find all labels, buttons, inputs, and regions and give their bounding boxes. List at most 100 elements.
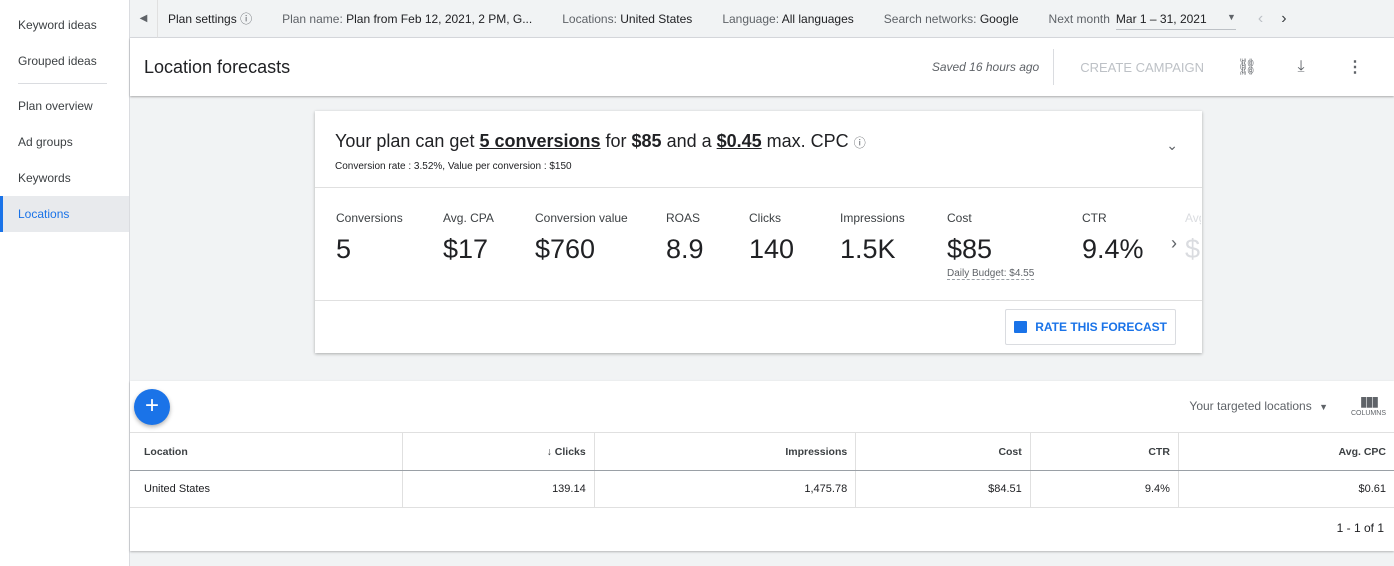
location-filter-dropdown[interactable]: Your targeted locations ▼ xyxy=(1189,399,1328,413)
conversion-details: Conversion rate : 3.52%, Value per conve… xyxy=(335,161,572,172)
metric-cost[interactable]: Cost $85 Daily Budget: $4.55 xyxy=(947,211,1035,280)
column-header-ctr[interactable]: CTR xyxy=(1029,432,1179,471)
metric-avg-cpa[interactable]: Avg. CPA $17 xyxy=(443,211,494,265)
dropdown-arrow-icon: ▼ xyxy=(1319,402,1328,412)
column-header-clicks[interactable]: ↓ Clicks xyxy=(402,432,595,471)
networks-setting[interactable]: Search networks: Google xyxy=(884,12,1019,26)
networks-value: Google xyxy=(979,11,1019,26)
metric-conversions[interactable]: Conversions 5 xyxy=(336,211,403,265)
plan-settings[interactable]: Plan settings ⓘ xyxy=(168,10,252,27)
language-value: All languages xyxy=(781,11,854,26)
add-location-button[interactable]: + xyxy=(134,389,170,425)
next-range-icon[interactable]: › xyxy=(1281,10,1286,28)
metric-label: CTR xyxy=(1082,211,1107,225)
date-range-value: Mar 1 – 31, 2021 xyxy=(1115,11,1207,26)
sort-down-icon: ↓ xyxy=(546,445,555,458)
metric-value: $ xyxy=(1185,234,1201,264)
column-header-cost[interactable]: Cost xyxy=(855,432,1031,471)
metric-avg-cpc-partial: Avg $ xyxy=(1185,211,1201,265)
sidebar: Keyword ideas Grouped ideas Plan overvie… xyxy=(0,0,130,566)
locations-value: United States xyxy=(620,11,693,26)
info-icon[interactable]: ⓘ xyxy=(240,12,252,26)
sidebar-item-grouped-ideas[interactable]: Grouped ideas xyxy=(0,43,129,79)
metric-value: 1.5K xyxy=(840,234,896,264)
sidebar-item-keywords[interactable]: Keywords xyxy=(0,160,129,196)
feedback-icon xyxy=(1014,321,1028,333)
metric-clicks[interactable]: Clicks 140 xyxy=(749,211,794,265)
columns-button[interactable]: ▮▮▮ COLUMNS xyxy=(1351,393,1386,417)
chevron-down-icon[interactable]: ⌄ xyxy=(1166,137,1178,154)
metric-label: Conversions xyxy=(336,211,403,225)
forecast-summary: Your plan can get 5 conversions for $85 … xyxy=(315,111,1202,188)
column-header-location[interactable]: Location xyxy=(130,432,403,471)
date-range-dropdown[interactable]: Mar 1 – 31, 2021 ▼ xyxy=(1115,11,1236,30)
metric-label: Impressions xyxy=(840,211,905,225)
metric-roas[interactable]: ROAS 8.9 xyxy=(666,211,704,265)
filter-label: Your targeted locations xyxy=(1189,399,1312,413)
metric-label: Avg. CPA xyxy=(443,211,494,225)
locations-setting[interactable]: Locations: United States xyxy=(562,12,692,26)
metric-label: Clicks xyxy=(749,211,781,225)
metric-value: 5 xyxy=(336,234,352,264)
metric-value: 8.9 xyxy=(666,234,704,264)
metric-impressions[interactable]: Impressions 1.5K xyxy=(840,211,905,265)
table-row: United States 139.14 1,475.78 $84.51 9.4… xyxy=(130,470,1394,508)
columns-icon: ▮▮▮ xyxy=(1359,393,1379,409)
daily-budget[interactable]: Daily Budget: $4.55 xyxy=(947,268,1035,280)
metric-ctr[interactable]: CTR 9.4% xyxy=(1082,211,1144,265)
collapse-button[interactable]: ◀ xyxy=(130,0,158,38)
headline-text: max. CPC xyxy=(761,131,849,151)
forecast-headline: Your plan can get 5 conversions for $85 … xyxy=(335,131,1182,152)
saved-status: Saved 16 hours ago xyxy=(932,49,1055,85)
cell-location: United States xyxy=(130,470,403,508)
sidebar-item-keyword-ideas[interactable]: Keyword ideas xyxy=(0,7,129,43)
plan-settings-bar: ◀ Plan settings ⓘ Plan name: Plan from F… xyxy=(130,0,1394,38)
metrics-row: Conversions 5 Avg. CPA $17 Conversion valu… xyxy=(315,188,1202,301)
plan-name[interactable]: Plan name: Plan from Feb 12, 2021, 2 PM,… xyxy=(282,12,532,26)
metric-label: Conversion value xyxy=(535,211,628,225)
locations-label: Locations: xyxy=(562,11,617,26)
range-label: Next month xyxy=(1048,11,1110,26)
column-header-avg-cpc[interactable]: Avg. CPC xyxy=(1177,432,1394,471)
metric-value: 9.4% xyxy=(1082,234,1144,264)
help-icon[interactable]: ⓘ xyxy=(854,136,866,150)
headline-text: and a xyxy=(661,131,717,151)
download-icon[interactable]: ⤓ xyxy=(1288,58,1314,76)
create-campaign-button[interactable]: CREATE CAMPAIGN xyxy=(1080,60,1204,75)
pagination-status: 1 - 1 of 1 xyxy=(1336,521,1384,535)
networks-label: Search networks: xyxy=(883,11,977,26)
metric-value: $760 xyxy=(535,234,596,264)
unlink-icon[interactable]: ⛓ xyxy=(1234,57,1260,77)
sidebar-item-locations[interactable]: Locations xyxy=(0,196,129,232)
sidebar-item-plan-overview[interactable]: Plan overview xyxy=(0,88,129,124)
metric-label: Avg xyxy=(1185,211,1201,225)
metric-value: $85 xyxy=(947,234,993,264)
conversions-link[interactable]: 5 conversions xyxy=(479,131,600,151)
more-vert-icon[interactable]: ⋮ xyxy=(1342,57,1368,77)
max-cpc-link[interactable]: $0.45 xyxy=(717,131,762,151)
headline-text: for xyxy=(600,131,632,151)
cell-avg-cpc: $0.61 xyxy=(1177,470,1394,508)
forecast-card: Your plan can get 5 conversions for $85 … xyxy=(315,111,1202,353)
headline-text: Your plan can get xyxy=(335,131,480,151)
locations-table-section: + Your targeted locations ▼ ▮▮▮ COLUMNS L… xyxy=(130,381,1394,551)
metric-value: $17 xyxy=(443,234,489,264)
header-label: Clicks xyxy=(554,445,586,458)
metric-label: ROAS xyxy=(666,211,701,225)
page-title: Location forecasts xyxy=(144,56,291,77)
cell-clicks: 139.14 xyxy=(402,470,595,508)
metric-label: Cost xyxy=(947,211,972,225)
sidebar-item-ad-groups[interactable]: Ad groups xyxy=(0,124,129,160)
dropdown-arrow-icon: ▼ xyxy=(1226,11,1236,22)
rate-forecast-button[interactable]: RATE THIS FORECAST xyxy=(1005,309,1176,345)
metric-conversion-value[interactable]: Conversion value $760 xyxy=(535,211,628,265)
page-header: Location forecasts Saved 16 hours ago CR… xyxy=(130,38,1394,96)
divider xyxy=(18,83,107,84)
column-header-impressions[interactable]: Impressions xyxy=(593,432,856,471)
language-setting[interactable]: Language: All languages xyxy=(722,12,853,26)
headline-cost: $85 xyxy=(631,131,662,151)
rate-forecast-label: RATE THIS FORECAST xyxy=(1035,320,1167,334)
prev-range-icon[interactable]: ‹ xyxy=(1258,10,1263,28)
chevron-right-icon[interactable]: › xyxy=(1171,233,1177,254)
plan-name-label: Plan name: xyxy=(282,11,343,26)
